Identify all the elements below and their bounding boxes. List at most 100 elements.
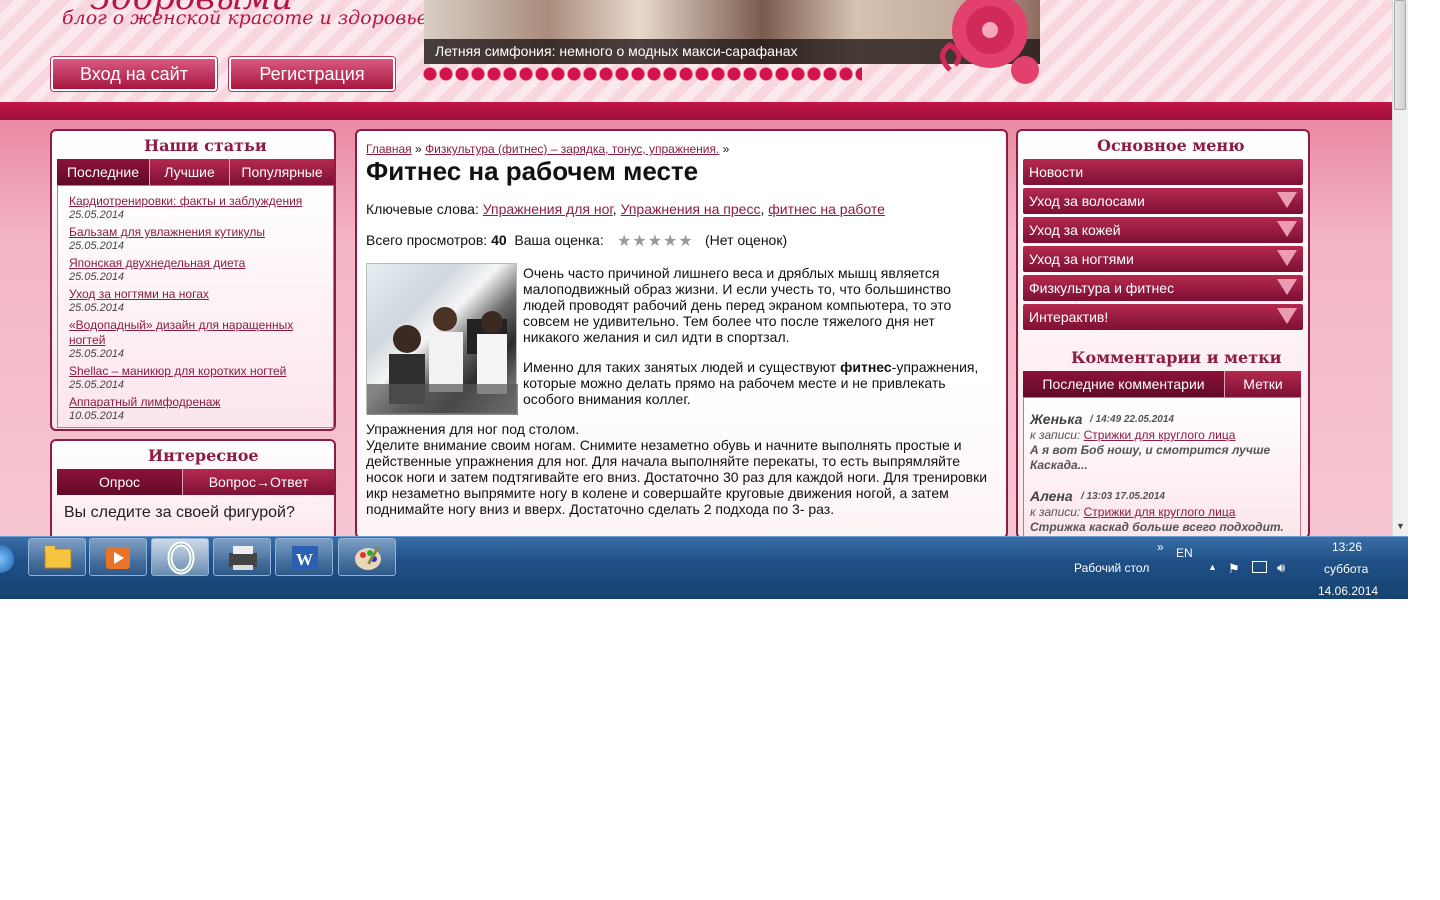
- article-date: 25.05.2014: [69, 379, 125, 391]
- opera-icon: [167, 541, 195, 575]
- taskbar-opera[interactable]: [151, 538, 209, 576]
- windows-taskbar: [0, 536, 1408, 599]
- toolbar-expand-icon[interactable]: »: [1157, 540, 1164, 554]
- action-center-flag-icon[interactable]: ⚑: [1228, 561, 1240, 577]
- poll-question: Вы следите за своей фигурой?: [64, 504, 295, 521]
- media-player-icon: [106, 547, 130, 569]
- comment-record-link[interactable]: Стрижки для круглого лица: [1084, 428, 1236, 442]
- menu-item-hair[interactable]: Уход за волосами: [1023, 188, 1303, 214]
- taskbar-printer[interactable]: [213, 538, 271, 576]
- folder-icon: [44, 546, 72, 569]
- comment-meta: / 13:03 17.05.2014: [1081, 491, 1165, 502]
- breadcrumb-category[interactable]: Физкультура (фитнес) – зарядка, тонус, у…: [425, 142, 719, 156]
- rating-label: Ваша оценка:: [514, 232, 604, 248]
- tab-poll[interactable]: Опрос: [57, 469, 183, 495]
- browser-viewport: Здоровыми блог о женской красоте и здоро…: [0, 0, 1408, 600]
- article-paragraph: Именно для таких занятых людей и существ…: [523, 359, 979, 407]
- star-icon[interactable]: ★: [648, 231, 662, 251]
- star-icon[interactable]: ★: [632, 231, 646, 251]
- views-label: Всего просмотров:: [366, 232, 488, 248]
- breadcrumb-separator: »: [415, 142, 422, 156]
- network-icon[interactable]: [1252, 561, 1267, 573]
- articles-title: Наши статьи: [144, 136, 267, 155]
- scroll-down-icon[interactable]: ▼: [1396, 521, 1405, 531]
- tab-best[interactable]: Лучшие: [150, 159, 230, 185]
- breadcrumb-home[interactable]: Главная: [366, 142, 412, 156]
- taskbar-media-player[interactable]: [89, 538, 147, 576]
- comment-author: Алена: [1030, 488, 1073, 504]
- keyword-link[interactable]: фитнес на работе: [768, 201, 885, 217]
- menu-item-interactive[interactable]: Интерактив!: [1023, 304, 1303, 330]
- show-hidden-icons-icon[interactable]: ▲: [1208, 562, 1217, 572]
- dropdown-arrow-icon: [1277, 221, 1297, 237]
- keywords-label: Ключевые слова:: [366, 201, 479, 217]
- article-photo: [366, 263, 518, 415]
- clock-day[interactable]: суббота: [1324, 562, 1368, 576]
- scrollbar-thumb[interactable]: [1394, 0, 1406, 110]
- menu-item-fitness[interactable]: Физкультура и фитнес: [1023, 275, 1303, 301]
- menu-item-skin[interactable]: Уход за кожей: [1023, 217, 1303, 243]
- list-item[interactable]: Аппаратный лимфодренаж: [69, 395, 220, 409]
- article-date: 25.05.2014: [69, 271, 125, 283]
- star-icon[interactable]: ★: [663, 231, 677, 251]
- dropdown-arrow-icon: [1277, 279, 1297, 295]
- word-icon: W: [292, 546, 318, 570]
- comment-record: к записи: Стрижки для круглого лица: [1030, 428, 1236, 442]
- menu-title: Основное меню: [1097, 136, 1245, 155]
- list-item[interactable]: Кардиотренировки: факты и заблуждения: [69, 194, 302, 208]
- articles-tabs: Последние Лучшие Популярные: [57, 159, 334, 185]
- tab-qa[interactable]: Вопрос→Ответ: [183, 469, 334, 495]
- login-button[interactable]: Вход на сайт: [51, 57, 217, 91]
- comment-author: Женька: [1030, 411, 1083, 427]
- tab-popular[interactable]: Популярные: [230, 159, 334, 185]
- list-item[interactable]: Shellac – маникюр для коротких ногтей: [69, 364, 286, 378]
- keyword-link[interactable]: Упражнения на пресс: [621, 201, 761, 217]
- list-item[interactable]: Бальзам для увлажнения кутикулы: [69, 225, 265, 239]
- volume-icon[interactable]: 🔊︎: [1277, 560, 1285, 576]
- dropdown-arrow-icon: [1277, 250, 1297, 266]
- tab-tags[interactable]: Метки: [1225, 371, 1301, 397]
- article-date: 25.05.2014: [69, 348, 125, 360]
- list-item[interactable]: Уход за ногтями на ногах: [69, 287, 209, 301]
- decorative-dots: [422, 66, 862, 90]
- comment-text: Стрижка каскад больше всего подходит.: [1030, 520, 1284, 534]
- stats-row: Всего просмотров: 40 Ваша оценка:: [366, 232, 604, 248]
- comment-record-link[interactable]: Стрижки для круглого лица: [1084, 505, 1236, 519]
- article-date: 10.05.2014: [69, 410, 125, 422]
- list-item[interactable]: ногтей: [69, 333, 105, 347]
- article-date: 25.05.2014: [69, 209, 125, 221]
- star-icon[interactable]: ★: [678, 231, 692, 251]
- menu-item-news[interactable]: Новости: [1023, 159, 1303, 185]
- clock-time[interactable]: 13:26: [1332, 540, 1362, 554]
- article-date: 25.05.2014: [69, 240, 125, 252]
- comments-title: Комментарии и метки: [1071, 348, 1282, 367]
- clock-date[interactable]: 14.06.2014: [1318, 584, 1378, 598]
- site-tagline: блог о женской красоте и здоровье: [62, 7, 428, 29]
- comments-tabs: Последние комментарии Метки: [1023, 371, 1301, 397]
- interesting-tabs: Опрос Вопрос→Ответ: [57, 469, 334, 495]
- list-item[interactable]: «Водопадный» дизайн для наращенных: [69, 318, 293, 332]
- interesting-title: Интересное: [148, 446, 259, 465]
- star-icon[interactable]: ★: [617, 231, 631, 251]
- desktop-toolbar[interactable]: Рабочий стол: [1074, 561, 1149, 575]
- paint-icon: [355, 545, 381, 570]
- taskbar-word[interactable]: W: [275, 538, 333, 576]
- register-button[interactable]: Регистрация: [229, 57, 395, 91]
- section-title: Упражнения для ног под столом.: [366, 421, 580, 437]
- article-paragraph: Очень часто причиной лишнего веса и дряб…: [523, 265, 952, 345]
- printer-icon: [229, 546, 257, 570]
- tab-latest-comments[interactable]: Последние комментарии: [1023, 371, 1225, 397]
- dropdown-arrow-icon: [1277, 192, 1297, 208]
- taskbar-explorer[interactable]: [28, 538, 86, 576]
- taskbar-paint[interactable]: [338, 538, 396, 576]
- keyword-link[interactable]: Упражнения для ног: [483, 201, 613, 217]
- tab-latest[interactable]: Последние: [57, 159, 150, 185]
- language-indicator[interactable]: EN: [1176, 546, 1193, 560]
- rating-stars[interactable]: ★ ★ ★ ★ ★: [617, 231, 693, 251]
- keywords-row: Ключевые слова: Упражнения для ног, Упра…: [366, 201, 885, 217]
- list-item[interactable]: Японская двухнедельная диета: [69, 256, 245, 270]
- breadcrumb: Главная » Физкультура (фитнес) – зарядка…: [366, 141, 729, 157]
- breadcrumb-separator: »: [722, 142, 730, 156]
- article-paragraph: Уделите внимание своим ногам. Снимите не…: [366, 437, 988, 517]
- menu-item-nails[interactable]: Уход за ногтями: [1023, 246, 1303, 272]
